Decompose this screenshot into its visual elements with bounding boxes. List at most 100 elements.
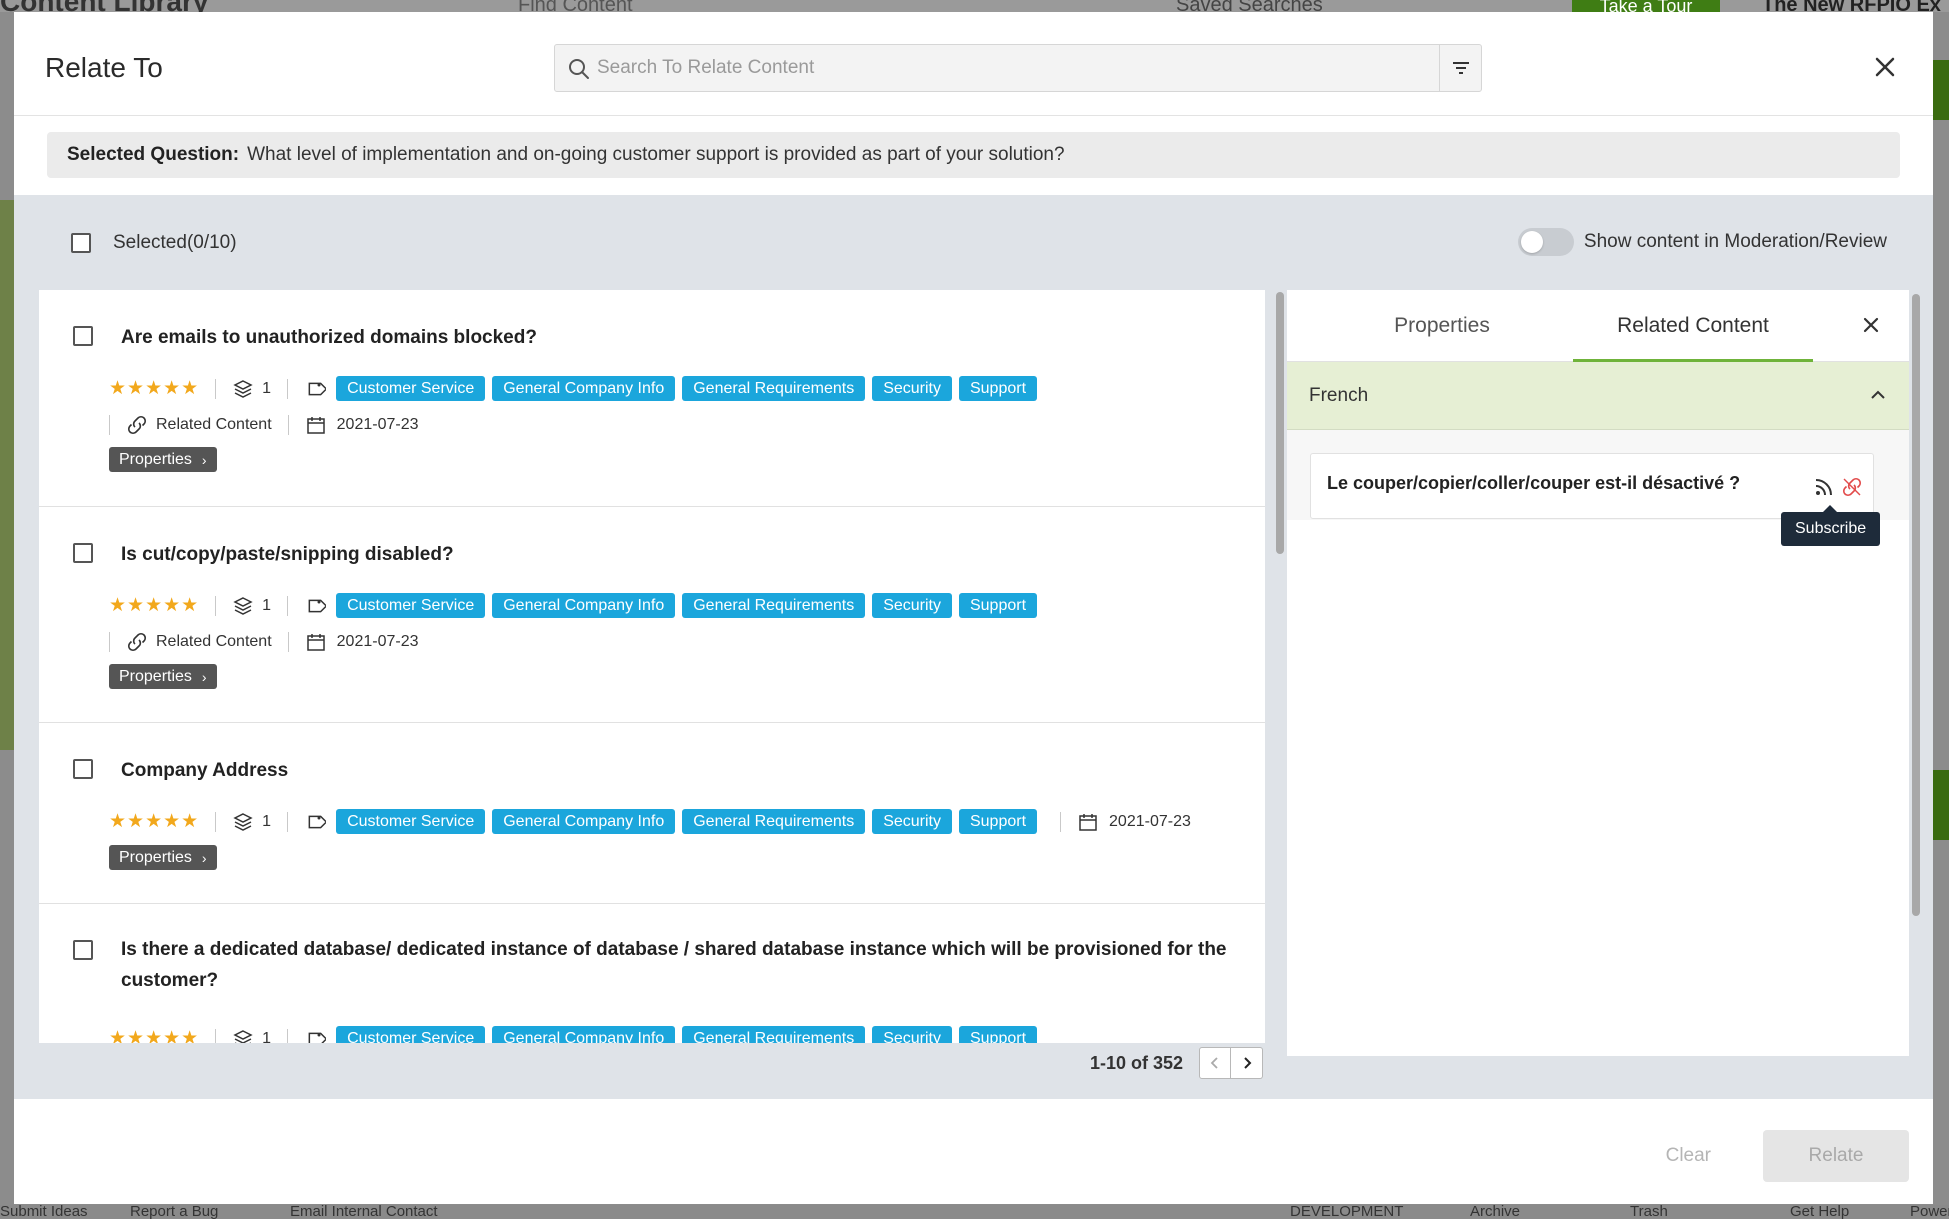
search-input[interactable] [597, 45, 1427, 91]
item-meta-row: ★★★★★ 1 Customer Service General Company … [109, 593, 1044, 618]
tag[interactable]: Customer Service [336, 1026, 486, 1043]
language-section-header[interactable]: French [1287, 362, 1909, 430]
tag[interactable]: Security [872, 809, 952, 834]
divider [1060, 811, 1062, 832]
prev-page-button[interactable] [1199, 1047, 1232, 1079]
selected-question-bar: Selected Question: What level of impleme… [47, 132, 1900, 178]
search-box [554, 44, 1482, 92]
tab-properties[interactable]: Properties [1317, 290, 1567, 362]
properties-button[interactable]: Properties › [109, 447, 217, 472]
detail-scrollbar[interactable] [1910, 290, 1922, 1056]
modal-footer: Clear Relate [1666, 1130, 1909, 1182]
detail-scrollbar-thumb[interactable] [1912, 294, 1920, 916]
modal-title: Relate To [45, 52, 163, 83]
chevron-right-icon [1243, 1057, 1251, 1069]
unlink-icon[interactable] [1841, 476, 1863, 498]
relate-to-modal: Relate To Selected Question: What level … [14, 12, 1933, 1204]
item-checkbox[interactable] [73, 940, 93, 960]
tag[interactable]: Support [958, 1026, 1038, 1043]
detail-panel: Properties Related Content French Le cou… [1287, 290, 1909, 1056]
filter-button[interactable] [1439, 45, 1481, 91]
tag[interactable]: Security [872, 593, 952, 618]
tag[interactable]: General Requirements [682, 809, 866, 834]
version-count: 1 [262, 596, 272, 614]
tag[interactable]: Support [958, 376, 1038, 401]
tag[interactable]: General Company Info [492, 1026, 676, 1043]
item-title[interactable]: Company Address [121, 755, 1231, 786]
properties-button[interactable]: Properties › [109, 664, 217, 689]
background-new-banner: The New RFPIO Ex [1762, 0, 1941, 12]
properties-button[interactable]: Properties › [109, 845, 217, 870]
item-checkbox[interactable] [73, 543, 93, 563]
moderation-label: Show content in Moderation/Review [1583, 231, 1887, 252]
layers-icon [233, 379, 253, 398]
item-checkbox[interactable] [73, 759, 93, 779]
item-meta-row: ★★★★★ 1 Customer Service General Company … [109, 376, 1044, 401]
item-title[interactable]: Are emails to unauthorized domains block… [121, 322, 1231, 353]
moderation-toggle[interactable] [1517, 228, 1574, 256]
tag[interactable]: General Company Info [492, 376, 676, 401]
divider [215, 378, 217, 399]
background-left-strip [0, 200, 14, 750]
version-count: 1 [262, 812, 272, 830]
background-footer-item: Get Help [1790, 1205, 1850, 1219]
divider [215, 595, 217, 616]
tag[interactable]: Customer Service [336, 593, 486, 618]
star-rating: ★★★★★ [109, 1028, 200, 1043]
tag[interactable]: General Company Info [492, 593, 676, 618]
chevron-right-icon: › [201, 668, 207, 685]
layers-icon [233, 1029, 253, 1043]
next-page-button[interactable] [1231, 1047, 1264, 1079]
tag[interactable]: Support [958, 593, 1038, 618]
layers-icon [233, 596, 253, 615]
close-icon[interactable] [1868, 50, 1902, 84]
chevron-right-icon: › [201, 451, 207, 468]
divider [287, 595, 289, 616]
item-meta-row: ★★★★★ 1 Customer Service General Company … [109, 1026, 1044, 1043]
tag[interactable]: General Company Info [492, 809, 676, 834]
list-scrollbar-thumb[interactable] [1276, 292, 1284, 554]
chevron-up-icon [1871, 390, 1885, 399]
related-content-link[interactable]: Related Content [126, 631, 272, 653]
date-text: 2021-07-23 [336, 416, 419, 433]
tag[interactable]: General Requirements [682, 1026, 866, 1043]
content-area: Selected(0/10) Show content in Moderatio… [14, 195, 1933, 1099]
properties-label: Properties [119, 667, 192, 685]
tag[interactable]: Security [872, 1026, 952, 1043]
relate-button[interactable]: Relate [1763, 1130, 1909, 1182]
language-label: French [1309, 384, 1369, 406]
tag[interactable]: Customer Service [336, 809, 486, 834]
item-title[interactable]: Is there a dedicated database/ dedicated… [121, 934, 1231, 996]
close-icon[interactable] [1856, 310, 1886, 340]
moderation-toggle-group: Show content in Moderation/Review [1517, 228, 1887, 256]
tag[interactable]: Customer Service [336, 376, 486, 401]
clear-button[interactable]: Clear [1666, 1145, 1711, 1167]
calendar-icon [306, 634, 325, 651]
background-footer-item: Archive [1470, 1205, 1521, 1219]
search-icon [569, 59, 589, 79]
divider [287, 632, 289, 652]
tag-list: Customer Service General Company Info Gene… [336, 593, 1044, 618]
tag-list: Customer Service General Company Info Gene… [336, 376, 1044, 401]
tag[interactable]: General Requirements [682, 593, 866, 618]
related-content-link[interactable]: Related Content [126, 414, 272, 436]
related-content-card[interactable]: Le couper/copier/coller/couper est-il dé… [1310, 453, 1874, 519]
item-date: 2021-07-23 [1077, 811, 1191, 833]
related-content-label: Related Content [156, 416, 272, 433]
item-meta-row-2: Related Content 2021-07-23 [109, 414, 418, 436]
background-footer-item: Email Internal Contact [290, 1205, 438, 1219]
tag[interactable]: Support [958, 809, 1038, 834]
list-scrollbar[interactable] [1275, 290, 1285, 1043]
star-rating: ★★★★★ [109, 595, 200, 616]
select-all-checkbox[interactable] [71, 233, 91, 253]
star-rating: ★★★★★ [109, 811, 200, 832]
item-checkbox[interactable] [73, 326, 93, 346]
modal-header: Relate To [14, 12, 1933, 116]
tab-related-content[interactable]: Related Content [1573, 290, 1813, 362]
rss-icon[interactable] [1813, 476, 1835, 498]
item-title[interactable]: Is cut/copy/paste/snipping disabled? [121, 539, 1231, 570]
background-find: Find Content [518, 0, 633, 12]
tag[interactable]: Security [872, 376, 952, 401]
tag[interactable]: General Requirements [682, 376, 866, 401]
item-meta-row: ★★★★★ 1 Customer Service General Company … [109, 809, 1191, 834]
